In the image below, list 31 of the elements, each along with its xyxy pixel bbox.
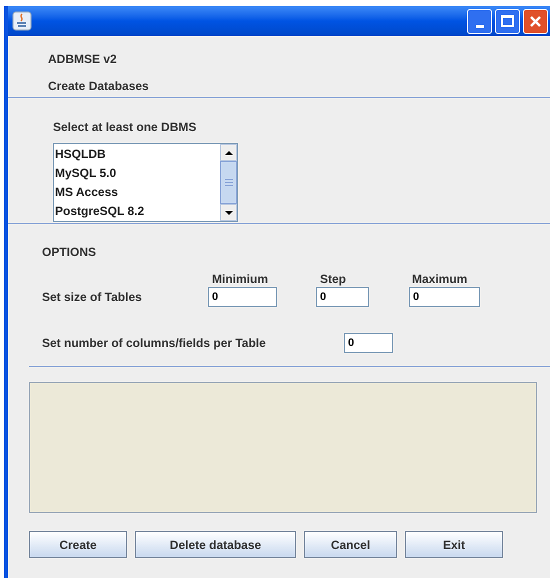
number-field[interactable]: 0 bbox=[409, 287, 480, 307]
scroll-down-icon[interactable] bbox=[220, 204, 237, 221]
close-icon bbox=[529, 14, 542, 28]
number-field[interactable]: 0 bbox=[344, 333, 393, 353]
dialog-button[interactable]: Create bbox=[29, 531, 127, 558]
dialog-button[interactable]: Cancel bbox=[304, 531, 397, 558]
maximize-button[interactable] bbox=[495, 8, 520, 34]
scroll-thumb[interactable] bbox=[220, 161, 237, 204]
dialog-button[interactable]: Delete database bbox=[135, 531, 296, 558]
java-cup-icon bbox=[12, 11, 32, 31]
app-name: ADBMSE v2 bbox=[48, 51, 118, 68]
options-title: OPTIONS bbox=[42, 244, 98, 261]
list-item[interactable]: MySQL 5.0 bbox=[55, 164, 220, 183]
list-item[interactable]: MS Access bbox=[55, 183, 220, 202]
minimize-icon bbox=[476, 24, 484, 28]
column-heading: Minimium bbox=[212, 271, 269, 285]
column-heading: Maximum bbox=[412, 271, 468, 285]
scrollbar[interactable] bbox=[220, 144, 237, 221]
row-label: Set size of Tables bbox=[42, 289, 143, 306]
maximize-icon bbox=[501, 15, 514, 27]
dialog-button[interactable]: Exit bbox=[405, 531, 503, 558]
row-label: Set number of columns/fields per Table bbox=[42, 335, 267, 352]
subtitle: Create Databases bbox=[48, 78, 150, 95]
column-heading: Step bbox=[320, 271, 348, 285]
list-item[interactable]: HSQLDB bbox=[55, 145, 220, 164]
list-label: Select at least one DBMS bbox=[53, 119, 198, 136]
list-item[interactable]: PostgreSQL 8.2 bbox=[55, 202, 220, 221]
minimize-button[interactable] bbox=[467, 8, 492, 34]
number-field[interactable]: 0 bbox=[208, 287, 277, 307]
close-button[interactable] bbox=[523, 8, 548, 34]
number-field[interactable]: 0 bbox=[316, 287, 369, 307]
